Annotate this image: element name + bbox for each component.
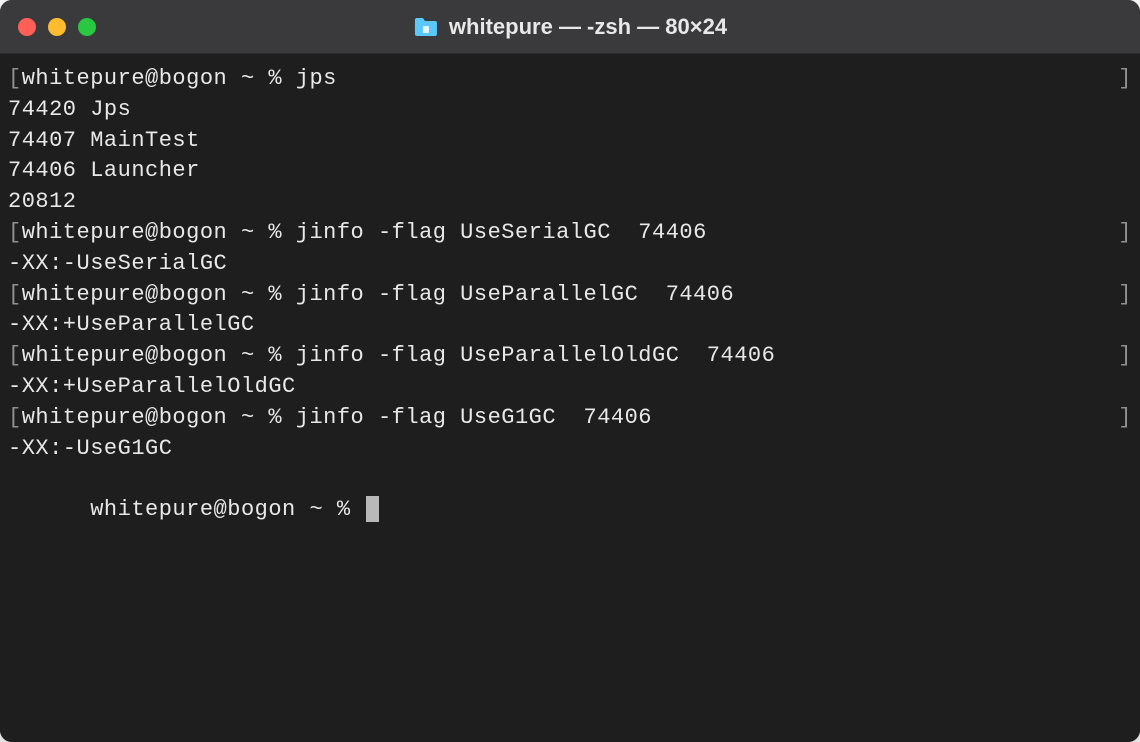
- bracket-right: ]: [1118, 218, 1132, 249]
- bracket-left: [: [8, 218, 22, 249]
- current-prompt-line[interactable]: whitepure@bogon ~ %: [8, 464, 1132, 556]
- output-line: -XX:-UseG1GC: [8, 434, 1132, 465]
- minimize-button[interactable]: [48, 18, 66, 36]
- prompt-content: whitepure@bogon ~ % jinfo -flag UseSeria…: [22, 218, 707, 249]
- output-line: 74420 Jps: [8, 95, 1132, 126]
- prompt-content: whitepure@bogon ~ % jinfo -flag UseG1GC …: [22, 403, 652, 434]
- bracket-right: ]: [1118, 64, 1132, 95]
- bracket-left: [: [8, 403, 22, 434]
- folder-icon: [413, 16, 439, 38]
- maximize-button[interactable]: [78, 18, 96, 36]
- output-line: 20812: [8, 187, 1132, 218]
- bracket-right: ]: [1118, 280, 1132, 311]
- bracket-right: ]: [1118, 403, 1132, 434]
- prompt-line: [whitepure@bogon ~ % jinfo -flag UsePara…: [8, 280, 1132, 311]
- prompt-content: whitepure@bogon ~ % jps: [22, 64, 337, 95]
- prompt-line: [whitepure@bogon ~ % jinfo -flag UseG1GC…: [8, 403, 1132, 434]
- bracket-right: ]: [1118, 341, 1132, 372]
- bracket-left: [: [8, 280, 22, 311]
- bracket-left: [: [8, 341, 22, 372]
- title-bar[interactable]: whitepure — -zsh — 80×24: [0, 0, 1140, 54]
- output-line: -XX:-UseSerialGC: [8, 249, 1132, 280]
- prompt-content: whitepure@bogon ~ % jinfo -flag UseParal…: [22, 341, 776, 372]
- current-prompt: whitepure@bogon ~ %: [90, 497, 364, 522]
- output-line: -XX:+UseParallelOldGC: [8, 372, 1132, 403]
- terminal-body[interactable]: [whitepure@bogon ~ % jps]74420 Jps74407 …: [0, 54, 1140, 742]
- prompt-line: [whitepure@bogon ~ % jps]: [8, 64, 1132, 95]
- cursor: [366, 496, 379, 522]
- bracket-left: [: [8, 64, 22, 95]
- window-title: whitepure — -zsh — 80×24: [449, 14, 727, 40]
- close-button[interactable]: [18, 18, 36, 36]
- prompt-content: whitepure@bogon ~ % jinfo -flag UseParal…: [22, 280, 735, 311]
- window-title-container: whitepure — -zsh — 80×24: [413, 14, 727, 40]
- prompt-line: [whitepure@bogon ~ % jinfo -flag UsePara…: [8, 341, 1132, 372]
- output-line: 74407 MainTest: [8, 126, 1132, 157]
- terminal-window: whitepure — -zsh — 80×24 [whitepure@bogo…: [0, 0, 1140, 742]
- output-line: 74406 Launcher: [8, 156, 1132, 187]
- prompt-line: [whitepure@bogon ~ % jinfo -flag UseSeri…: [8, 218, 1132, 249]
- traffic-lights: [18, 18, 96, 36]
- output-line: -XX:+UseParallelGC: [8, 310, 1132, 341]
